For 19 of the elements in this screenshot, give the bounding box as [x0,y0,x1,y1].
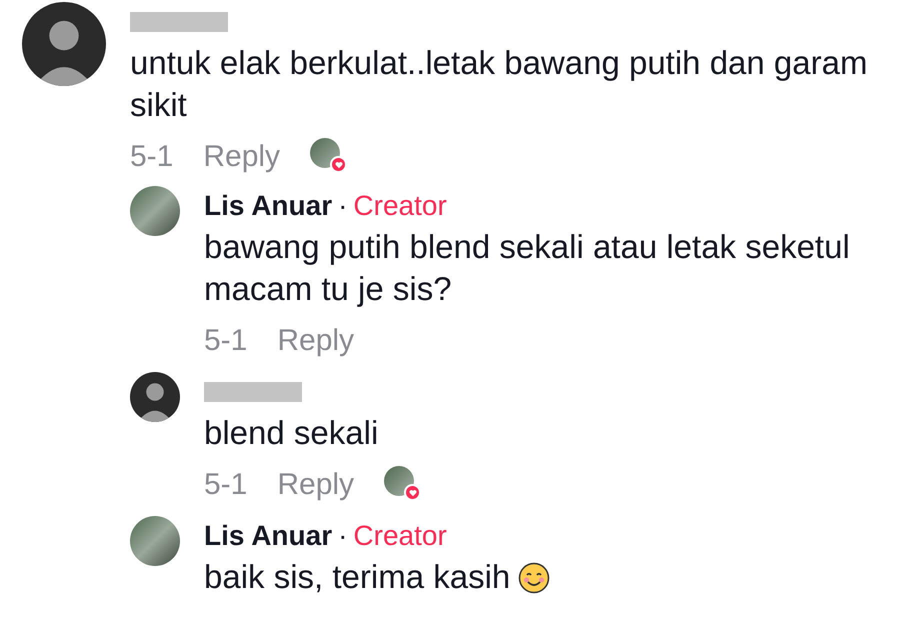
comment-date: 5-1 [130,138,174,174]
avatar[interactable] [130,372,180,422]
author-name[interactable]: Lis Anuar [204,185,332,227]
comment-text: bawang putih blend sekali atau letak seketul macam tu je sis? [204,227,851,309]
avatar-photo-placeholder[interactable] [130,186,180,236]
comment-text: baik sis, terima kasih [204,556,884,598]
creator-label: Creator [353,519,447,553]
creator-label: Creator [353,189,447,223]
comment-text: untuk elak berkulat..letak bawang putih dan garam sikit [130,43,868,125]
author-name[interactable]: Lis Anuar [204,515,332,557]
comment-date: 5-1 [204,466,248,502]
separator-dot: · [338,519,348,553]
reply-button[interactable]: Reply [277,462,354,506]
separator-dot: · [338,189,348,223]
comment-date: 5-1 [204,322,248,358]
reply-button[interactable]: Reply [203,134,280,178]
reply-button[interactable]: Reply [277,318,354,362]
comment-text: blend sekali [204,413,380,453]
avatar-photo-placeholder[interactable] [130,516,180,566]
